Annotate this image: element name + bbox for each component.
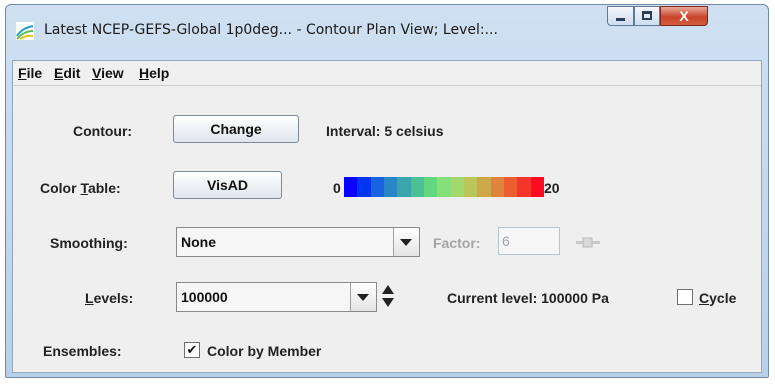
color-swatch xyxy=(370,177,384,197)
smoothing-value: None xyxy=(181,234,216,250)
color-table-bar[interactable] xyxy=(344,177,544,197)
color-swatch xyxy=(344,177,358,197)
menu-view[interactable]: View xyxy=(92,65,124,81)
menu-edit[interactable]: Edit xyxy=(54,65,80,81)
color-table-button[interactable]: VisAD xyxy=(173,171,282,199)
minimize-button[interactable] xyxy=(607,6,634,26)
menu-help[interactable]: Help xyxy=(139,65,169,81)
color-table-max: 20 xyxy=(544,180,560,196)
color-by-member-label: Color by Member xyxy=(207,343,322,359)
factor-field[interactable]: 6 xyxy=(498,227,560,255)
window-title: Latest NCEP-GEFS-Global 1p0deg... - Cont… xyxy=(44,22,498,38)
color-swatch xyxy=(423,177,438,197)
chevron-down-icon[interactable] xyxy=(393,228,419,256)
color-swatch xyxy=(463,177,478,197)
smoothing-label: Smoothing: xyxy=(50,235,128,251)
close-button[interactable]: X xyxy=(660,6,708,26)
window-content: File Edit View Help Contour: Change Inte… xyxy=(12,60,762,373)
color-table-min: 0 xyxy=(333,180,341,196)
color-swatch xyxy=(530,177,544,197)
color-swatch xyxy=(437,177,451,197)
color-swatch xyxy=(450,177,464,197)
contour-label: Contour: xyxy=(73,123,133,139)
color-table-label: Color Table: xyxy=(40,180,121,196)
contour-interval-text: Interval: 5 celsius xyxy=(326,123,444,139)
color-by-member-checkbox[interactable]: ✔ xyxy=(184,342,200,358)
color-swatch xyxy=(357,177,371,197)
maximize-icon xyxy=(642,11,652,20)
cycle-checkbox[interactable] xyxy=(677,289,693,305)
chevron-down-icon[interactable] xyxy=(350,283,376,311)
smoothing-select[interactable]: None xyxy=(176,227,420,257)
contour-change-button[interactable]: Change xyxy=(173,115,299,143)
title-bar[interactable]: Latest NCEP-GEFS-Global 1p0deg... - Cont… xyxy=(6,5,768,57)
app-icon xyxy=(16,22,34,40)
close-icon: X xyxy=(679,8,689,24)
color-swatch xyxy=(397,177,411,197)
minimize-icon xyxy=(616,18,625,21)
levels-label: Levels: xyxy=(85,290,134,306)
color-swatch xyxy=(477,177,491,197)
color-swatch xyxy=(490,177,504,197)
color-swatch xyxy=(517,177,531,197)
menu-bar: File Edit View Help xyxy=(13,61,761,86)
color-swatch xyxy=(410,177,424,197)
factor-slider-icon[interactable] xyxy=(576,236,600,248)
factor-label: Factor: xyxy=(433,235,481,251)
levels-select[interactable]: 100000 xyxy=(176,282,377,312)
level-stepper-icon[interactable] xyxy=(381,283,395,309)
levels-value: 100000 xyxy=(181,289,228,305)
menu-file[interactable]: File xyxy=(18,65,42,81)
current-level-text: Current level: 100000 Pa xyxy=(447,290,609,306)
ensembles-label: Ensembles: xyxy=(43,343,122,359)
app-window: Latest NCEP-GEFS-Global 1p0deg... - Cont… xyxy=(5,4,769,378)
maximize-button[interactable] xyxy=(634,6,660,26)
color-swatch xyxy=(503,177,518,197)
color-swatch xyxy=(383,177,398,197)
cycle-label: Cycle xyxy=(699,290,737,306)
